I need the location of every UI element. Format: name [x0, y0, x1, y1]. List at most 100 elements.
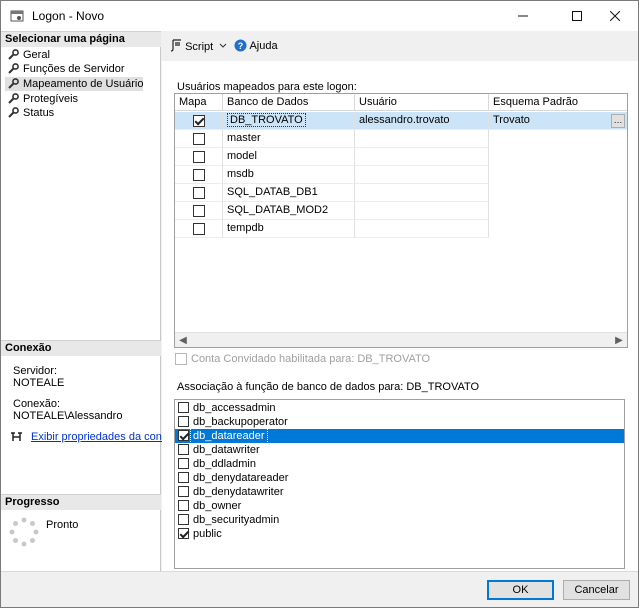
database-cell: master [223, 130, 355, 148]
role-name: db_ddladmin [193, 458, 256, 470]
map-checkbox[interactable] [193, 187, 205, 199]
scroll-left-icon[interactable]: ◀ [177, 335, 189, 346]
map-cell[interactable] [175, 148, 223, 166]
role-name: public [193, 528, 222, 540]
page-funcoes-servidor[interactable]: Funções de Servidor [5, 62, 125, 76]
list-item[interactable]: db_accessadmin [175, 401, 624, 415]
page-label: Status [23, 107, 55, 119]
list-item[interactable]: db_backupoperator [175, 415, 624, 429]
close-icon [609, 10, 621, 22]
role-checkbox[interactable] [178, 458, 189, 469]
list-item[interactable]: public [175, 527, 624, 541]
role-checkbox[interactable] [178, 514, 189, 525]
page-label: Geral [23, 49, 50, 61]
role-checkbox[interactable] [178, 402, 189, 413]
map-checkbox[interactable] [193, 133, 205, 145]
role-checkbox[interactable] [178, 528, 189, 539]
map-checkbox[interactable] [193, 151, 205, 163]
user-cell[interactable]: alessandro.trovato [355, 112, 489, 130]
user-cell[interactable] [355, 148, 489, 166]
list-item[interactable]: db_securityadmin [175, 513, 624, 527]
role-checkbox[interactable] [178, 444, 189, 455]
wrench-icon [8, 63, 19, 74]
table-row[interactable]: msdb [175, 166, 627, 184]
role-name: db_backupoperator [193, 416, 288, 428]
database-cell: SQL_DATAB_MOD2 [223, 202, 355, 220]
page-mapeamento-usuario[interactable]: Mapeamento de Usuário [5, 77, 144, 91]
column-header-mapa[interactable]: Mapa [175, 94, 223, 111]
wrench-icon [8, 93, 19, 104]
role-membership-list[interactable]: db_accessadmin db_backupoperator db_data… [174, 399, 625, 569]
table-row[interactable]: model [175, 148, 627, 166]
user-cell[interactable] [355, 202, 489, 220]
map-checkbox[interactable] [193, 115, 205, 127]
role-checkbox[interactable] [178, 416, 189, 427]
minimize-button[interactable] [500, 1, 546, 31]
database-name: DB_TROVATO [227, 113, 306, 127]
schema-browse-button[interactable]: … [611, 114, 625, 128]
page-label: Mapeamento de Usuário [23, 78, 144, 90]
ok-button[interactable]: OK [487, 580, 554, 600]
database-cell: model [223, 148, 355, 166]
cancel-button[interactable]: Cancelar [563, 580, 630, 600]
script-button[interactable]: Script [170, 39, 227, 55]
role-name: db_accessadmin [193, 402, 276, 414]
help-button[interactable]: ? Ajuda [234, 39, 278, 55]
scroll-right-icon[interactable]: ▶ [613, 335, 625, 346]
maximize-icon [572, 11, 582, 21]
list-item[interactable]: db_denydatawriter [175, 485, 624, 499]
view-connection-properties-link[interactable]: Exibir propriedades da conexã [31, 431, 180, 443]
role-checkbox[interactable] [178, 500, 189, 511]
table-row[interactable]: DB_TROVATO alessandro.trovato Trovato … [175, 112, 627, 130]
role-checkbox[interactable] [178, 486, 189, 497]
role-name: db_datareader [190, 428, 268, 444]
table-row[interactable]: SQL_DATAB_MOD2 [175, 202, 627, 220]
page-protegiveis[interactable]: Protegíveis [5, 92, 78, 106]
title-bar: Logon - Novo [1, 1, 638, 31]
list-item[interactable]: db_ddladmin [175, 457, 624, 471]
role-checkbox[interactable] [178, 430, 189, 441]
list-item[interactable]: db_denydatareader [175, 471, 624, 485]
database-cell: DB_TROVATO [223, 112, 355, 130]
page-geral[interactable]: Geral [5, 48, 50, 62]
table-row[interactable]: SQL_DATAB_DB1 [175, 184, 627, 202]
help-icon: ? [234, 39, 247, 52]
map-checkbox[interactable] [193, 223, 205, 235]
map-checkbox[interactable] [193, 205, 205, 217]
ssms-app-icon [10, 10, 24, 22]
grid-header: Mapa Banco de Dados Usuário Esquema Padr… [175, 94, 627, 111]
close-button[interactable] [592, 1, 638, 31]
map-cell[interactable] [175, 130, 223, 148]
list-item[interactable]: db_owner [175, 499, 624, 513]
table-row[interactable]: tempdb [175, 220, 627, 238]
map-cell[interactable] [175, 184, 223, 202]
map-cell[interactable] [175, 112, 223, 130]
table-row[interactable]: master [175, 130, 627, 148]
schema-cell[interactable]: Trovato … [489, 112, 627, 130]
list-item[interactable]: db_datawriter [175, 443, 624, 457]
database-cell: tempdb [223, 220, 355, 238]
connection-value: NOTEALE\Alessandro [13, 410, 123, 422]
map-checkbox[interactable] [193, 169, 205, 181]
user-cell[interactable] [355, 220, 489, 238]
mapped-users-grid[interactable]: Mapa Banco de Dados Usuário Esquema Padr… [174, 93, 628, 348]
user-cell[interactable] [355, 184, 489, 202]
horizontal-scrollbar[interactable]: ◀ ▶ [175, 332, 627, 347]
column-header-banco-de-dados[interactable]: Banco de Dados [223, 94, 355, 111]
map-cell[interactable] [175, 166, 223, 184]
user-cell[interactable] [355, 130, 489, 148]
list-item[interactable]: db_datareader [175, 428, 624, 444]
map-cell[interactable] [175, 202, 223, 220]
server-label: Servidor: [13, 365, 58, 377]
guest-account-checkbox[interactable] [175, 353, 187, 365]
map-cell[interactable] [175, 220, 223, 238]
column-header-esquema-padrao[interactable]: Esquema Padrão [489, 94, 627, 111]
role-checkbox[interactable] [178, 472, 189, 483]
page-status[interactable]: Status [5, 106, 54, 120]
role-name: db_denydatawriter [193, 486, 284, 498]
progress-status: Pronto [46, 519, 79, 531]
main-panel: Script ? Ajuda Usuários mapeados para es… [162, 31, 638, 571]
user-cell[interactable] [355, 166, 489, 184]
column-header-usuario[interactable]: Usuário [355, 94, 489, 111]
page-label: Funções de Servidor [23, 63, 125, 75]
